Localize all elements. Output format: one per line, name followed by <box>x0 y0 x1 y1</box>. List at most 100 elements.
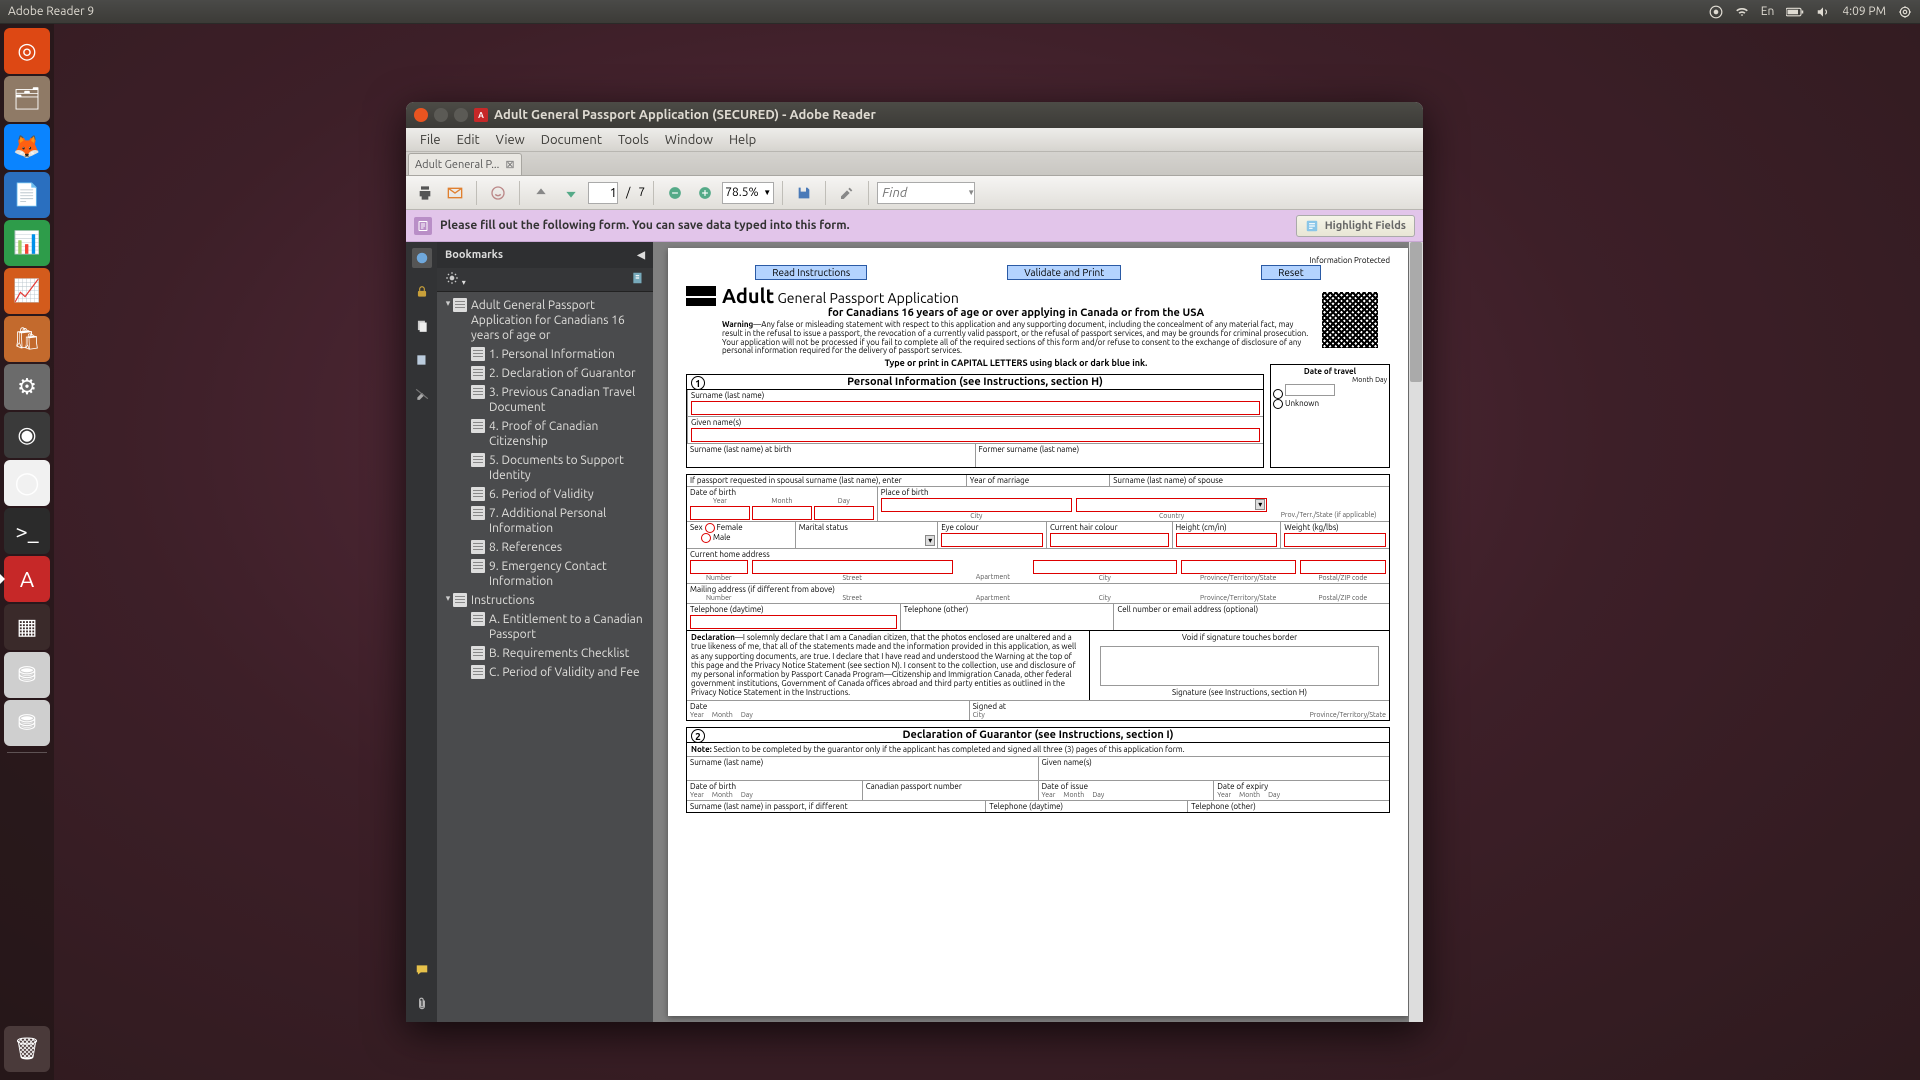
menu-view[interactable]: View <box>488 133 533 147</box>
bookmark-item[interactable]: 4. Proof of Canadian Citizenship <box>439 417 651 451</box>
firefox-icon[interactable]: 🦊 <box>4 124 50 170</box>
menu-tools[interactable]: Tools <box>610 133 657 147</box>
comments-pane-icon[interactable] <box>412 960 432 980</box>
bookmark-item[interactable]: ▾Instructions <box>439 591 651 610</box>
field-addr-city[interactable] <box>1033 560 1177 574</box>
validate-print-button[interactable]: Validate and Print <box>1007 265 1121 280</box>
bookmarks-collapse-icon[interactable]: ◀ <box>637 249 645 261</box>
bookmark-item[interactable]: 6. Period of Validity <box>439 485 651 504</box>
calc-icon[interactable]: 📊 <box>4 220 50 266</box>
security-pane-icon[interactable] <box>412 282 432 302</box>
print-button[interactable] <box>412 180 438 206</box>
pages-pane-icon[interactable] <box>412 316 432 336</box>
adobe-reader-icon[interactable]: A <box>4 556 50 602</box>
field-height[interactable] <box>1176 533 1278 547</box>
writer-icon[interactable]: 📄 <box>4 172 50 218</box>
field-surname[interactable] <box>691 401 1260 415</box>
window-minimize-button[interactable] <box>434 108 448 122</box>
menu-file[interactable]: File <box>412 133 449 147</box>
field-given-names[interactable] <box>691 428 1260 442</box>
field-pob-city[interactable] <box>881 498 1072 512</box>
bookmark-item[interactable]: B. Requirements Checklist <box>439 644 651 663</box>
menu-help[interactable]: Help <box>721 133 764 147</box>
zoom-out-button[interactable] <box>662 180 688 206</box>
dash-icon[interactable]: ◎ <box>4 28 50 74</box>
document-tab[interactable]: Adult General P... ⊠ <box>408 153 522 175</box>
field-addr-postal[interactable] <box>1300 560 1386 574</box>
window-titlebar[interactable]: A Adult General Passport Application (SE… <box>406 102 1423 128</box>
field-pob-country[interactable] <box>1076 498 1267 512</box>
field-dob-year[interactable] <box>690 506 750 520</box>
field-eye[interactable] <box>941 533 1043 547</box>
impress-icon[interactable]: 📈 <box>4 268 50 314</box>
attachments-pane-icon[interactable] <box>412 994 432 1014</box>
reset-button[interactable]: Reset <box>1261 265 1321 280</box>
field-dob-day[interactable] <box>814 506 874 520</box>
signatures-pane-icon[interactable] <box>412 384 432 404</box>
bookmarks-pane-icon[interactable] <box>412 248 432 268</box>
tab-close-icon[interactable]: ⊠ <box>505 158 514 171</box>
find-input[interactable] <box>877 182 975 204</box>
bookmarks-new-icon[interactable] <box>631 271 645 288</box>
read-instructions-button[interactable]: Read Instructions <box>755 265 867 280</box>
steam-icon[interactable]: ◉ <box>4 412 50 458</box>
signature-box[interactable] <box>1100 646 1379 686</box>
highlight-fields-button[interactable]: Highlight Fields <box>1296 215 1415 237</box>
zoom-select[interactable]: 78.5%▼ <box>722 182 774 204</box>
field-hair[interactable] <box>1050 533 1169 547</box>
files-icon[interactable]: 🗂 <box>4 76 50 122</box>
battery-icon[interactable] <box>1786 7 1804 17</box>
window-maximize-button[interactable] <box>454 108 468 122</box>
scrollbar-thumb[interactable] <box>1410 242 1422 382</box>
collab-button[interactable] <box>485 180 511 206</box>
field-addr-prov[interactable] <box>1181 560 1296 574</box>
radio-unknown[interactable] <box>1273 399 1283 409</box>
bookmark-item[interactable]: 2. Declaration of Guarantor <box>439 364 651 383</box>
terminal-icon[interactable]: >_ <box>4 508 50 554</box>
email-button[interactable] <box>442 180 468 206</box>
page-down-button[interactable] <box>558 180 584 206</box>
marital-dropdown-icon[interactable]: ▾ <box>925 535 935 546</box>
bookmark-twisty[interactable]: ▾ <box>443 593 453 604</box>
drive-2-icon[interactable]: ⛃ <box>4 700 50 746</box>
network-icon[interactable] <box>1735 5 1749 19</box>
radio-travel-date[interactable] <box>1273 389 1283 399</box>
trash-icon[interactable]: 🗑 <box>4 1026 50 1072</box>
sign-button[interactable] <box>834 180 860 206</box>
country-dropdown-icon[interactable]: ▾ <box>1255 499 1265 510</box>
bookmark-item[interactable]: 1. Personal Information <box>439 345 651 364</box>
menu-edit[interactable]: Edit <box>449 133 488 147</box>
bookmark-item[interactable]: C. Period of Validity and Fee <box>439 663 651 682</box>
software-icon[interactable]: 🛍 <box>4 316 50 362</box>
sound-icon[interactable] <box>1816 5 1830 19</box>
field-addr-number[interactable] <box>690 560 748 574</box>
window-close-button[interactable] <box>414 108 428 122</box>
bookmark-item[interactable]: 7. Additional Personal Information <box>439 504 651 538</box>
bookmark-item[interactable]: 8. References <box>439 538 651 557</box>
bookmark-item[interactable]: 5. Documents to Support Identity <box>439 451 651 485</box>
chrome-icon[interactable]: ◯ <box>4 460 50 506</box>
clock[interactable]: 4:09 PM <box>1842 5 1886 18</box>
bookmarks-options-icon[interactable]: ▾ <box>445 271 466 288</box>
workspace-icon[interactable]: ▦ <box>4 604 50 650</box>
field-addr-street[interactable] <box>752 560 953 574</box>
vertical-scrollbar[interactable] <box>1409 242 1423 1022</box>
field-tel-day[interactable] <box>690 615 897 629</box>
page-up-button[interactable] <box>528 180 554 206</box>
bookmark-item[interactable]: A. Entitlement to a Canadian Passport <box>439 610 651 644</box>
bookmark-item[interactable]: 3. Previous Canadian Travel Document <box>439 383 651 417</box>
field-dob-month[interactable] <box>752 506 812 520</box>
power-icon[interactable] <box>1898 5 1912 19</box>
radio-male[interactable] <box>701 533 711 543</box>
bookmark-twisty[interactable]: ▾ <box>443 298 453 309</box>
field-weight[interactable] <box>1284 533 1386 547</box>
radio-female[interactable] <box>705 523 715 533</box>
save-button[interactable] <box>791 180 817 206</box>
menu-window[interactable]: Window <box>657 133 721 147</box>
menu-document[interactable]: Document <box>533 133 610 147</box>
page-number-input[interactable] <box>588 182 618 204</box>
chrome-indicator-icon[interactable] <box>1709 5 1723 19</box>
bookmark-item[interactable]: 9. Emergency Contact Information <box>439 557 651 591</box>
zoom-in-button[interactable] <box>692 180 718 206</box>
layers-pane-icon[interactable] <box>412 350 432 370</box>
